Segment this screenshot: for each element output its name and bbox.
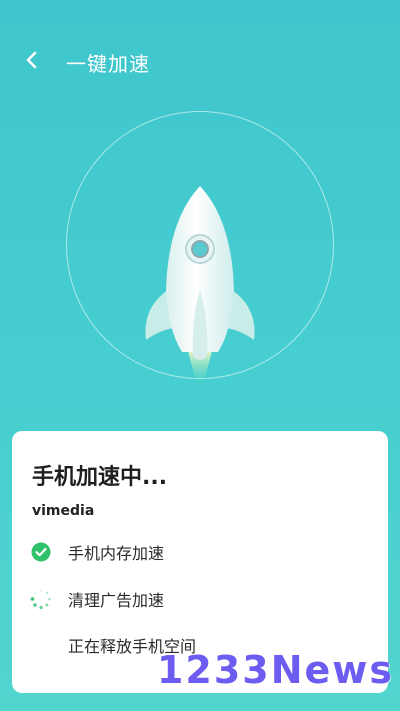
task-label: 清理广告加速	[68, 591, 165, 610]
task-item-memory: 手机内存加速	[30, 538, 164, 566]
task-label: 手机内存加速	[68, 544, 165, 563]
check-circle-icon	[30, 541, 52, 563]
task-item-ads: 清理广告加速	[30, 585, 164, 613]
watermark-logo: 1233News	[156, 648, 394, 692]
chevron-left-icon	[26, 51, 37, 69]
header: 一键加速	[0, 36, 400, 86]
task-placeholder	[30, 634, 52, 656]
rocket-window	[191, 240, 209, 258]
rocket-icon	[145, 186, 255, 380]
card-title: 手机加速中...	[32, 465, 168, 490]
back-button[interactable]	[18, 46, 46, 74]
task-item-storage: 正在释放手机空间	[30, 631, 196, 659]
page-title: 一键加速	[66, 52, 150, 76]
spinner-icon	[30, 588, 52, 610]
card-subtitle: vimedia	[32, 503, 95, 519]
